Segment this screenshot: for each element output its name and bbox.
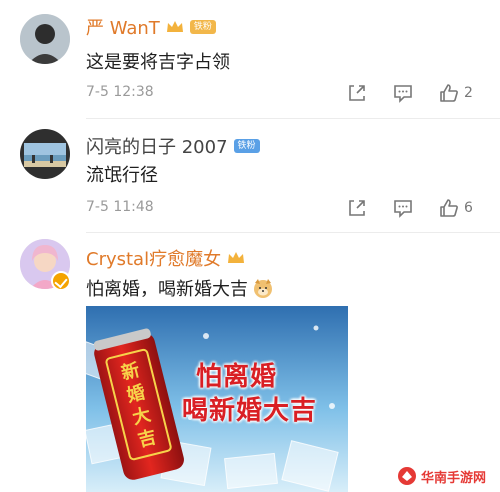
like-button[interactable]: 2 (438, 82, 488, 104)
promo-headline-1: 怕离婚 (196, 362, 278, 392)
comment-time: 7-5 12:38 (86, 84, 154, 100)
avatar-image (20, 129, 70, 179)
promo-image[interactable]: 新 婚 大 吉 怕离婚 喝新婚大吉 (86, 306, 348, 492)
promo-headline-2: 喝新婚大吉 (182, 396, 318, 426)
comment-icon (394, 85, 412, 103)
watermark: 华南手游网 (394, 464, 492, 488)
comment-text: 这是要将吉字占领 (86, 52, 230, 73)
avatar-image (20, 14, 70, 64)
share-button[interactable] (346, 80, 392, 106)
avatar[interactable] (20, 129, 70, 179)
comment-icon (394, 200, 412, 218)
comment-button[interactable] (392, 80, 438, 106)
comment-item: 严 WanT 铁粉 这是要将吉字占领 7-5 12:38 2 (0, 0, 500, 119)
comment-item: 闪亮的日子 2007 铁粉 流氓行径 7-5 11:48 6 (0, 119, 500, 233)
username[interactable]: 闪亮的日子 2007 (86, 133, 228, 159)
comment-text: 怕离婚，喝新婚大吉 (86, 275, 274, 301)
fan-badge: 铁粉 (189, 20, 216, 34)
like-count: 6 (464, 200, 473, 216)
comment-time: 7-5 11:48 (86, 199, 154, 215)
username[interactable]: Crystal疗愈魔女 (86, 245, 221, 271)
like-count: 2 (464, 85, 473, 101)
fan-badge: 铁粉 (233, 139, 260, 153)
avatar[interactable] (20, 14, 70, 64)
share-icon (349, 85, 365, 101)
share-button[interactable] (346, 195, 392, 221)
doge-emoji-icon (254, 279, 272, 298)
like-button[interactable]: 6 (438, 197, 488, 219)
username[interactable]: 严 WanT (86, 14, 160, 40)
verified-badge-icon (51, 271, 71, 291)
comment-text: 流氓行径 (86, 165, 158, 186)
comment-text-content: 怕离婚，喝新婚大吉 (86, 279, 248, 300)
crown-icon (228, 252, 245, 263)
share-icon (349, 200, 365, 216)
crown-icon (166, 21, 183, 32)
watermark-text: 华南手游网 (420, 470, 486, 486)
comment-button[interactable] (392, 195, 438, 221)
thumbs-up-icon (440, 199, 458, 217)
thumbs-up-icon (440, 84, 458, 102)
site-logo-icon (397, 467, 416, 485)
